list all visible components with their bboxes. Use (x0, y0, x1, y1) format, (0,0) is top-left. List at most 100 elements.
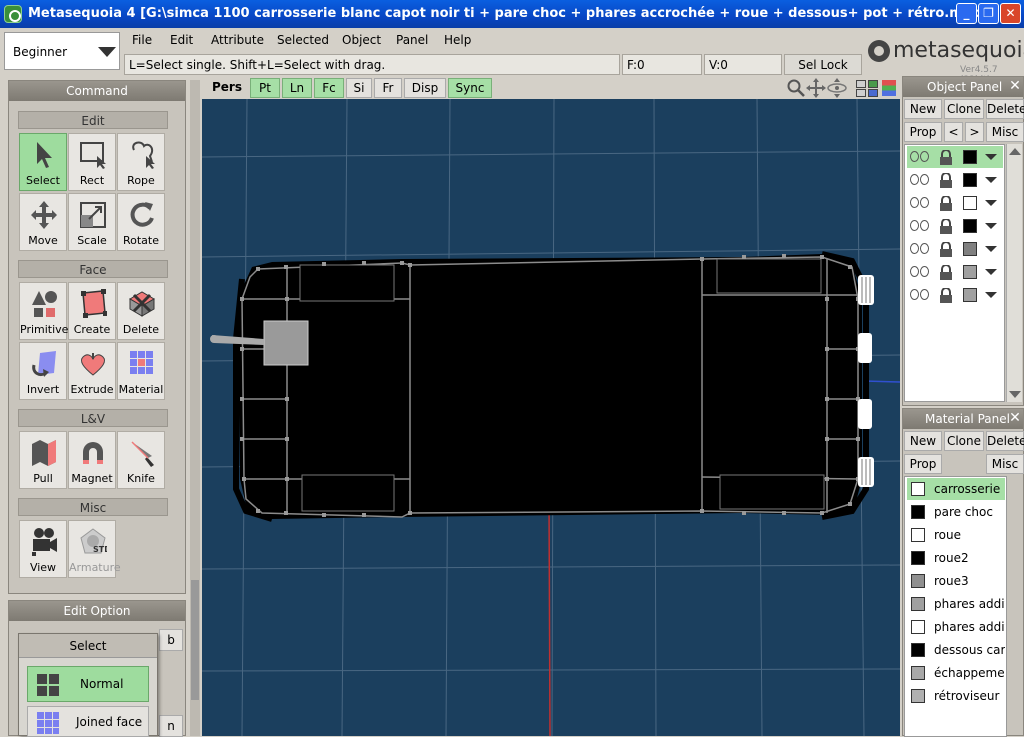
material-delete-button[interactable]: Delete (986, 431, 1024, 451)
material-row[interactable]: roue3 (907, 570, 1005, 592)
layout-icon-3[interactable] (856, 89, 866, 97)
menu-panel[interactable]: Panel (396, 33, 428, 47)
close-button[interactable]: ✕ (1000, 3, 1021, 24)
layout-icon-2[interactable] (868, 80, 878, 88)
color-icon[interactable] (882, 80, 896, 96)
pan-icon[interactable] (806, 78, 826, 98)
chevron-down-icon[interactable] (985, 154, 997, 160)
select-joined-face-button[interactable]: Joined face (27, 706, 149, 737)
tool-extrude[interactable]: Extrude (68, 342, 116, 400)
tool-create[interactable]: Create (68, 282, 116, 340)
toggle-fr[interactable]: Fr (374, 78, 402, 98)
scroll-down-icon[interactable] (1009, 391, 1021, 398)
object-color-swatch[interactable] (963, 288, 977, 302)
material-row[interactable]: échappement (907, 662, 1005, 684)
material-clone-button[interactable]: Clone (944, 431, 984, 451)
material-new-button[interactable]: New (904, 431, 942, 451)
display-button[interactable]: Disp (404, 78, 446, 98)
tool-move[interactable]: Move (19, 193, 67, 251)
eye-icon[interactable] (910, 266, 919, 277)
material-row[interactable]: roue2 (907, 547, 1005, 569)
menu-edit[interactable]: Edit (170, 33, 193, 47)
chevron-down-icon[interactable] (985, 292, 997, 298)
chevron-down-icon[interactable] (985, 269, 997, 275)
select-normal-button[interactable]: Normal (27, 666, 149, 702)
chevron-down-icon[interactable] (985, 200, 997, 206)
eye-icon[interactable] (910, 243, 919, 254)
tool-armature[interactable]: STD Armature (68, 520, 121, 578)
rotate-view-icon[interactable] (826, 78, 848, 98)
material-row[interactable]: dessous carro (907, 639, 1005, 661)
object-list-scrollbar[interactable] (1006, 144, 1022, 402)
tool-view[interactable]: View (19, 520, 67, 578)
chevron-down-icon[interactable] (985, 246, 997, 252)
tool-select[interactable]: Select (19, 133, 67, 191)
sel-lock-button[interactable]: Sel Lock (784, 54, 862, 75)
tool-material[interactable]: Material (117, 342, 165, 400)
object-clone-button[interactable]: Clone (944, 99, 984, 119)
toggle-si[interactable]: Si (346, 78, 372, 98)
tool-primitive[interactable]: Primitive (19, 282, 68, 340)
close-icon[interactable]: ✕ (1007, 79, 1023, 95)
mode-dropdown[interactable]: Beginner (4, 32, 120, 70)
lock-icon[interactable] (939, 242, 953, 257)
object-color-swatch[interactable] (963, 196, 977, 210)
object-row[interactable] (907, 284, 1003, 306)
object-next-button[interactable]: > (965, 122, 984, 142)
chevron-down-icon[interactable] (985, 177, 997, 183)
object-color-swatch[interactable] (963, 219, 977, 233)
eye-icon[interactable] (910, 289, 919, 300)
edit-option-button[interactable]: b (159, 629, 183, 651)
material-row[interactable]: rétroviseur (907, 685, 1005, 707)
tool-scale[interactable]: Scale (68, 193, 116, 251)
menu-object[interactable]: Object (342, 33, 381, 47)
tool-knife[interactable]: Knife (117, 431, 165, 489)
material-row[interactable]: phares additi (907, 616, 1005, 638)
object-row[interactable] (907, 146, 1003, 168)
scroll-up-icon[interactable] (1008, 148, 1021, 155)
toggle-lines[interactable]: Ln (282, 78, 312, 98)
view-mode-label[interactable]: Pers (212, 80, 242, 94)
divider-handle[interactable] (191, 580, 199, 700)
zoom-icon[interactable] (786, 79, 806, 97)
3d-viewport[interactable] (202, 99, 900, 736)
tool-rect[interactable]: Rect (68, 133, 116, 191)
eye-icon[interactable] (910, 151, 919, 162)
object-misc-button[interactable]: Misc (986, 122, 1024, 142)
object-new-button[interactable]: New (904, 99, 942, 119)
sync-toggle[interactable]: Sync (448, 78, 492, 98)
lock-icon[interactable] (939, 265, 953, 280)
lock-icon[interactable] (939, 288, 953, 303)
object-row[interactable] (907, 238, 1003, 260)
eye-icon[interactable] (910, 220, 919, 231)
edit-option-button-2[interactable]: n (159, 715, 183, 737)
maximize-button[interactable]: ❐ (978, 3, 999, 24)
tool-invert[interactable]: Invert (19, 342, 67, 400)
object-prop-button[interactable]: Prop (904, 122, 942, 142)
lock-icon[interactable] (939, 150, 953, 165)
material-prop-button[interactable]: Prop (904, 454, 942, 474)
eye-icon[interactable] (910, 174, 919, 185)
menu-attribute[interactable]: Attribute (211, 33, 264, 47)
object-row[interactable] (907, 169, 1003, 191)
material-row[interactable]: pare choc (907, 501, 1005, 523)
lock-icon[interactable] (939, 196, 953, 211)
object-prev-button[interactable]: < (944, 122, 963, 142)
tool-rotate[interactable]: Rotate (117, 193, 165, 251)
material-row[interactable]: roue (907, 524, 1005, 546)
panel-divider[interactable] (190, 80, 200, 736)
toggle-points[interactable]: Pt (250, 78, 280, 98)
eye-icon[interactable] (910, 197, 919, 208)
layout-icon-4[interactable] (868, 89, 878, 97)
close-icon[interactable]: ✕ (1007, 411, 1023, 427)
object-row[interactable] (907, 261, 1003, 283)
menu-help[interactable]: Help (444, 33, 471, 47)
menu-file[interactable]: File (132, 33, 152, 47)
lock-icon[interactable] (939, 173, 953, 188)
object-color-swatch[interactable] (963, 242, 977, 256)
object-color-swatch[interactable] (963, 150, 977, 164)
object-row[interactable] (907, 215, 1003, 237)
tool-magnet[interactable]: Magnet (68, 431, 116, 489)
toggle-faces[interactable]: Fc (314, 78, 344, 98)
lock-icon[interactable] (939, 219, 953, 234)
